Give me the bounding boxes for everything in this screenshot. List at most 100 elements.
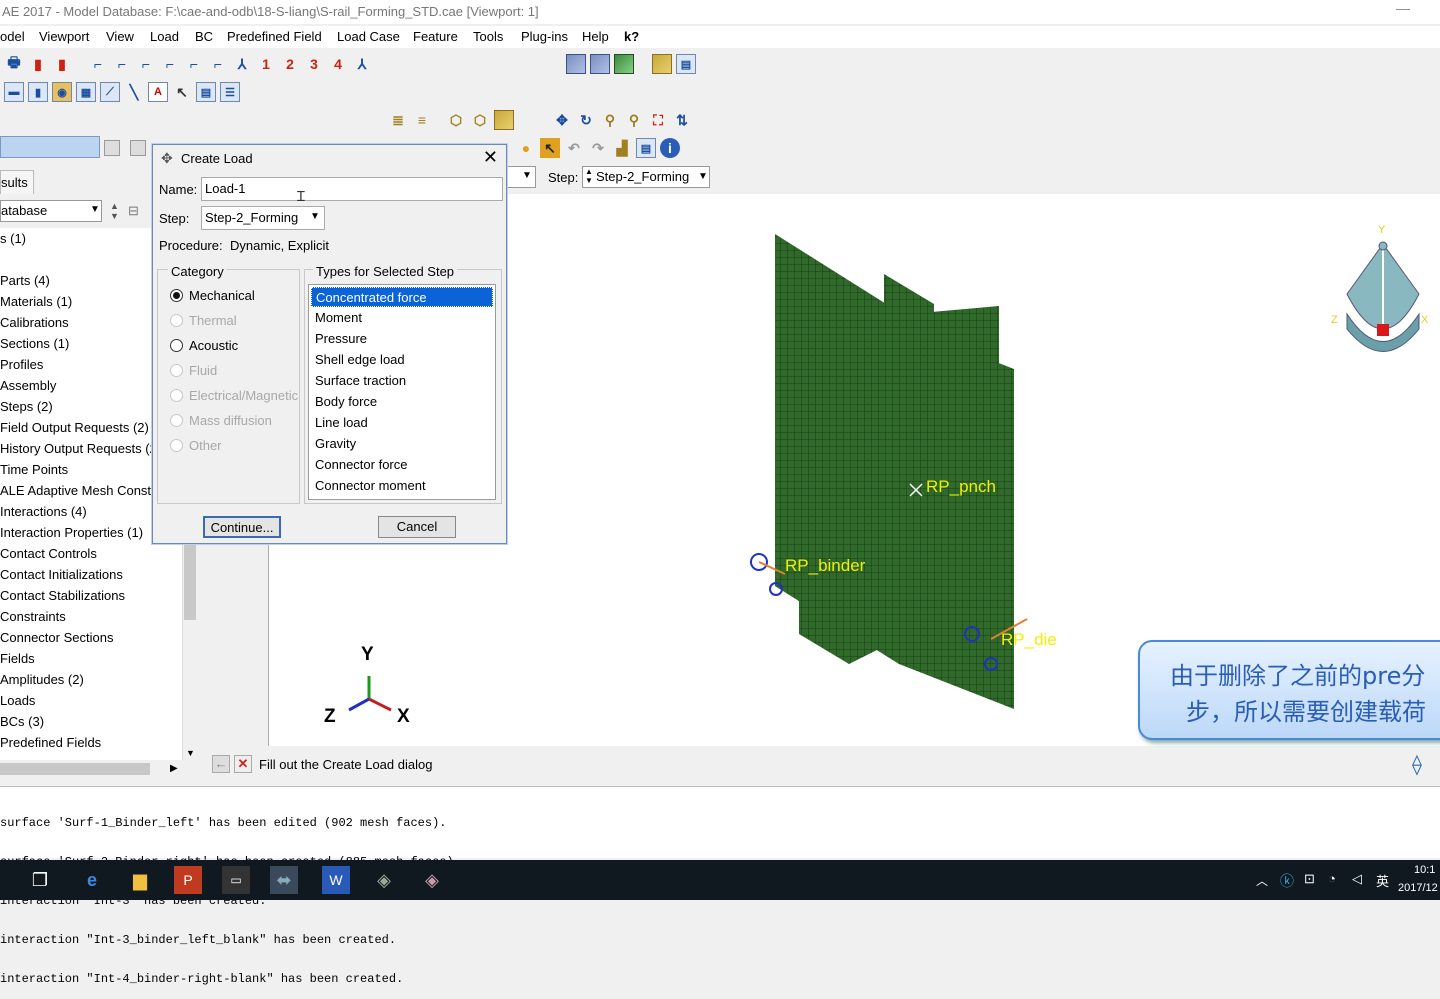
menu-plug-ins[interactable]: Plug-ins <box>521 29 568 44</box>
list-item-pressure[interactable]: Pressure <box>311 329 493 349</box>
ime-indicator[interactable]: 英 <box>1376 871 1389 890</box>
menu-predefined-field[interactable]: Predefined Field <box>227 29 322 44</box>
tree-item[interactable]: Time Points <box>0 462 68 477</box>
cancel-button[interactable]: Cancel <box>378 516 456 538</box>
grid-icon[interactable]: ▦ <box>76 82 96 102</box>
menu-bc[interactable]: BC <box>195 29 213 44</box>
powerpoint-icon[interactable]: P <box>174 866 202 894</box>
csys-xy-icon[interactable]: ⌐ <box>88 54 108 74</box>
tree-item[interactable]: Parts (4) <box>0 273 50 288</box>
tree-hscroll-thumb[interactable] <box>0 763 150 775</box>
tree-item[interactable]: Interaction Properties (1) <box>0 525 143 540</box>
cube-solid-icon[interactable] <box>494 110 514 130</box>
tree-item[interactable]: Materials (1) <box>0 294 72 309</box>
pan-icon[interactable]: ✥ <box>552 110 572 130</box>
network-icon[interactable]: ⊡ <box>1304 871 1315 887</box>
tree-item[interactable]: History Output Requests (2 <box>0 441 157 456</box>
step-combo[interactable]: Step-2_Forming <box>582 166 710 188</box>
edge-icon[interactable]: e <box>78 866 106 894</box>
render-beam-icon[interactable]: ≣ <box>388 110 408 130</box>
tree-item[interactable]: Field Output Requests (2) <box>0 420 149 435</box>
line-icon[interactable]: ╲ <box>124 82 144 102</box>
tree-item[interactable]: Sections (1) <box>0 336 69 351</box>
menu-view[interactable]: View <box>106 29 134 44</box>
split-h-icon[interactable]: ▬ <box>4 82 24 102</box>
tree-item[interactable]: Fields <box>0 651 35 666</box>
radio-mechanical[interactable]: Mechanical <box>170 288 255 303</box>
view-4-button[interactable]: 4 <box>328 54 348 74</box>
list-item-connector-moment[interactable]: Connector moment <box>311 476 493 496</box>
export-icon[interactable]: ▮ <box>52 54 72 74</box>
rotate-icon[interactable]: ↻ <box>576 110 596 130</box>
task-view-icon[interactable]: ❐ <box>26 866 54 894</box>
menu-load[interactable]: Load <box>150 29 179 44</box>
app-icon[interactable]: ◈ <box>370 866 398 894</box>
options-icon[interactable]: ▤ <box>196 82 216 102</box>
chevron-down-icon[interactable]: ▼ <box>90 204 100 215</box>
wireframe-icon[interactable] <box>566 54 586 74</box>
tree-item[interactable]: ALE Adaptive Mesh Constr <box>0 483 155 498</box>
abaqus-icon[interactable]: ⬌ <box>270 866 298 894</box>
tree-item[interactable]: Steps (2) <box>0 399 53 414</box>
shaded-icon[interactable] <box>614 54 634 74</box>
tree-item[interactable]: Amplitudes (2) <box>0 672 84 687</box>
print-icon[interactable]: 🖶 <box>4 54 24 74</box>
split-v-icon[interactable]: ▮ <box>28 82 48 102</box>
menu-model[interactable]: odel <box>0 29 25 44</box>
undo-icon[interactable]: ↶ <box>564 138 584 158</box>
radio-acoustic[interactable]: Acoustic <box>170 338 238 353</box>
tree-item[interactable]: Contact Initializations <box>0 567 123 582</box>
table-icon[interactable]: ▤ <box>676 54 696 74</box>
model-manager-icon[interactable] <box>130 140 146 156</box>
csys-yz-icon[interactable]: ⌐ <box>112 54 132 74</box>
info-icon[interactable]: i <box>660 138 680 158</box>
query-icon[interactable] <box>652 54 672 74</box>
continue-button[interactable]: Continue... <box>203 516 281 538</box>
list-item-concentrated-force[interactable]: Concentrated force <box>311 287 493 307</box>
zoom-icon[interactable]: ⚲ <box>600 110 620 130</box>
list-item-surface-traction[interactable]: Surface traction <box>311 371 493 391</box>
table-view-icon[interactable]: ▤ <box>636 138 656 158</box>
text-icon[interactable]: A <box>148 82 168 102</box>
tree-item[interactable]: Contact Controls <box>0 546 97 561</box>
list-item-gravity[interactable]: Gravity <box>311 434 493 454</box>
menu-viewport[interactable]: Viewport <box>39 29 89 44</box>
cancel-procedure-icon[interactable]: ✕ <box>234 755 252 773</box>
view-2-button[interactable]: 2 <box>280 54 300 74</box>
menu-load-case[interactable]: Load Case <box>337 29 400 44</box>
csys-zy-icon[interactable]: ⌐ <box>208 54 228 74</box>
tree-item[interactable]: Calibrations <box>0 315 69 330</box>
cycle-view-icon[interactable]: ⇅ <box>672 110 692 130</box>
tree-item[interactable]: Loads <box>0 693 35 708</box>
chart-icon[interactable]: ⟋ <box>100 82 120 102</box>
filter-icon[interactable]: ⊟ <box>128 203 139 219</box>
chevron-down-icon[interactable]: ▼ <box>522 170 532 181</box>
view-1-button[interactable]: 1 <box>256 54 276 74</box>
module-combo[interactable] <box>0 136 100 158</box>
chevron-up-icon[interactable]: ▲ <box>110 201 119 211</box>
hidden-icon[interactable] <box>590 54 610 74</box>
tree-scroll-thumb[interactable] <box>184 540 196 620</box>
volume-icon[interactable]: ◁ <box>1352 871 1362 887</box>
select-icon[interactable]: ↖ <box>540 138 560 158</box>
arrow-icon[interactable]: ↖ <box>172 82 192 102</box>
hierarchy-icon[interactable]: ▟ <box>612 138 632 158</box>
database-combo[interactable]: atabase <box>0 200 102 222</box>
tree-item[interactable]: Predefined Fields <box>0 735 101 750</box>
step-select[interactable]: Step-2_Forming <box>201 206 325 230</box>
tab-results[interactable]: sults <box>0 170 34 194</box>
iso-view-icon[interactable]: ⅄ <box>232 54 252 74</box>
app2-icon[interactable]: ◈ <box>418 866 446 894</box>
manager-icon[interactable] <box>104 140 120 156</box>
render-shell-icon[interactable]: ≡ <box>412 110 432 130</box>
tray-chevron-icon[interactable]: ︿ <box>1256 872 1268 889</box>
chevron-down-icon[interactable]: ▼ <box>698 171 708 182</box>
csys-zx-icon[interactable]: ⌐ <box>136 54 156 74</box>
scroll-down-icon[interactable]: ▼ <box>186 748 195 758</box>
sphere-icon[interactable]: ● <box>516 138 536 158</box>
name-field[interactable]: Load-1 <box>201 177 503 201</box>
scroll-right-icon[interactable]: ▶ <box>170 763 178 774</box>
minimize-button[interactable]: — <box>1396 0 1410 16</box>
list-icon[interactable]: ☰ <box>220 82 240 102</box>
list-item-body-force[interactable]: Body force <box>311 392 493 412</box>
